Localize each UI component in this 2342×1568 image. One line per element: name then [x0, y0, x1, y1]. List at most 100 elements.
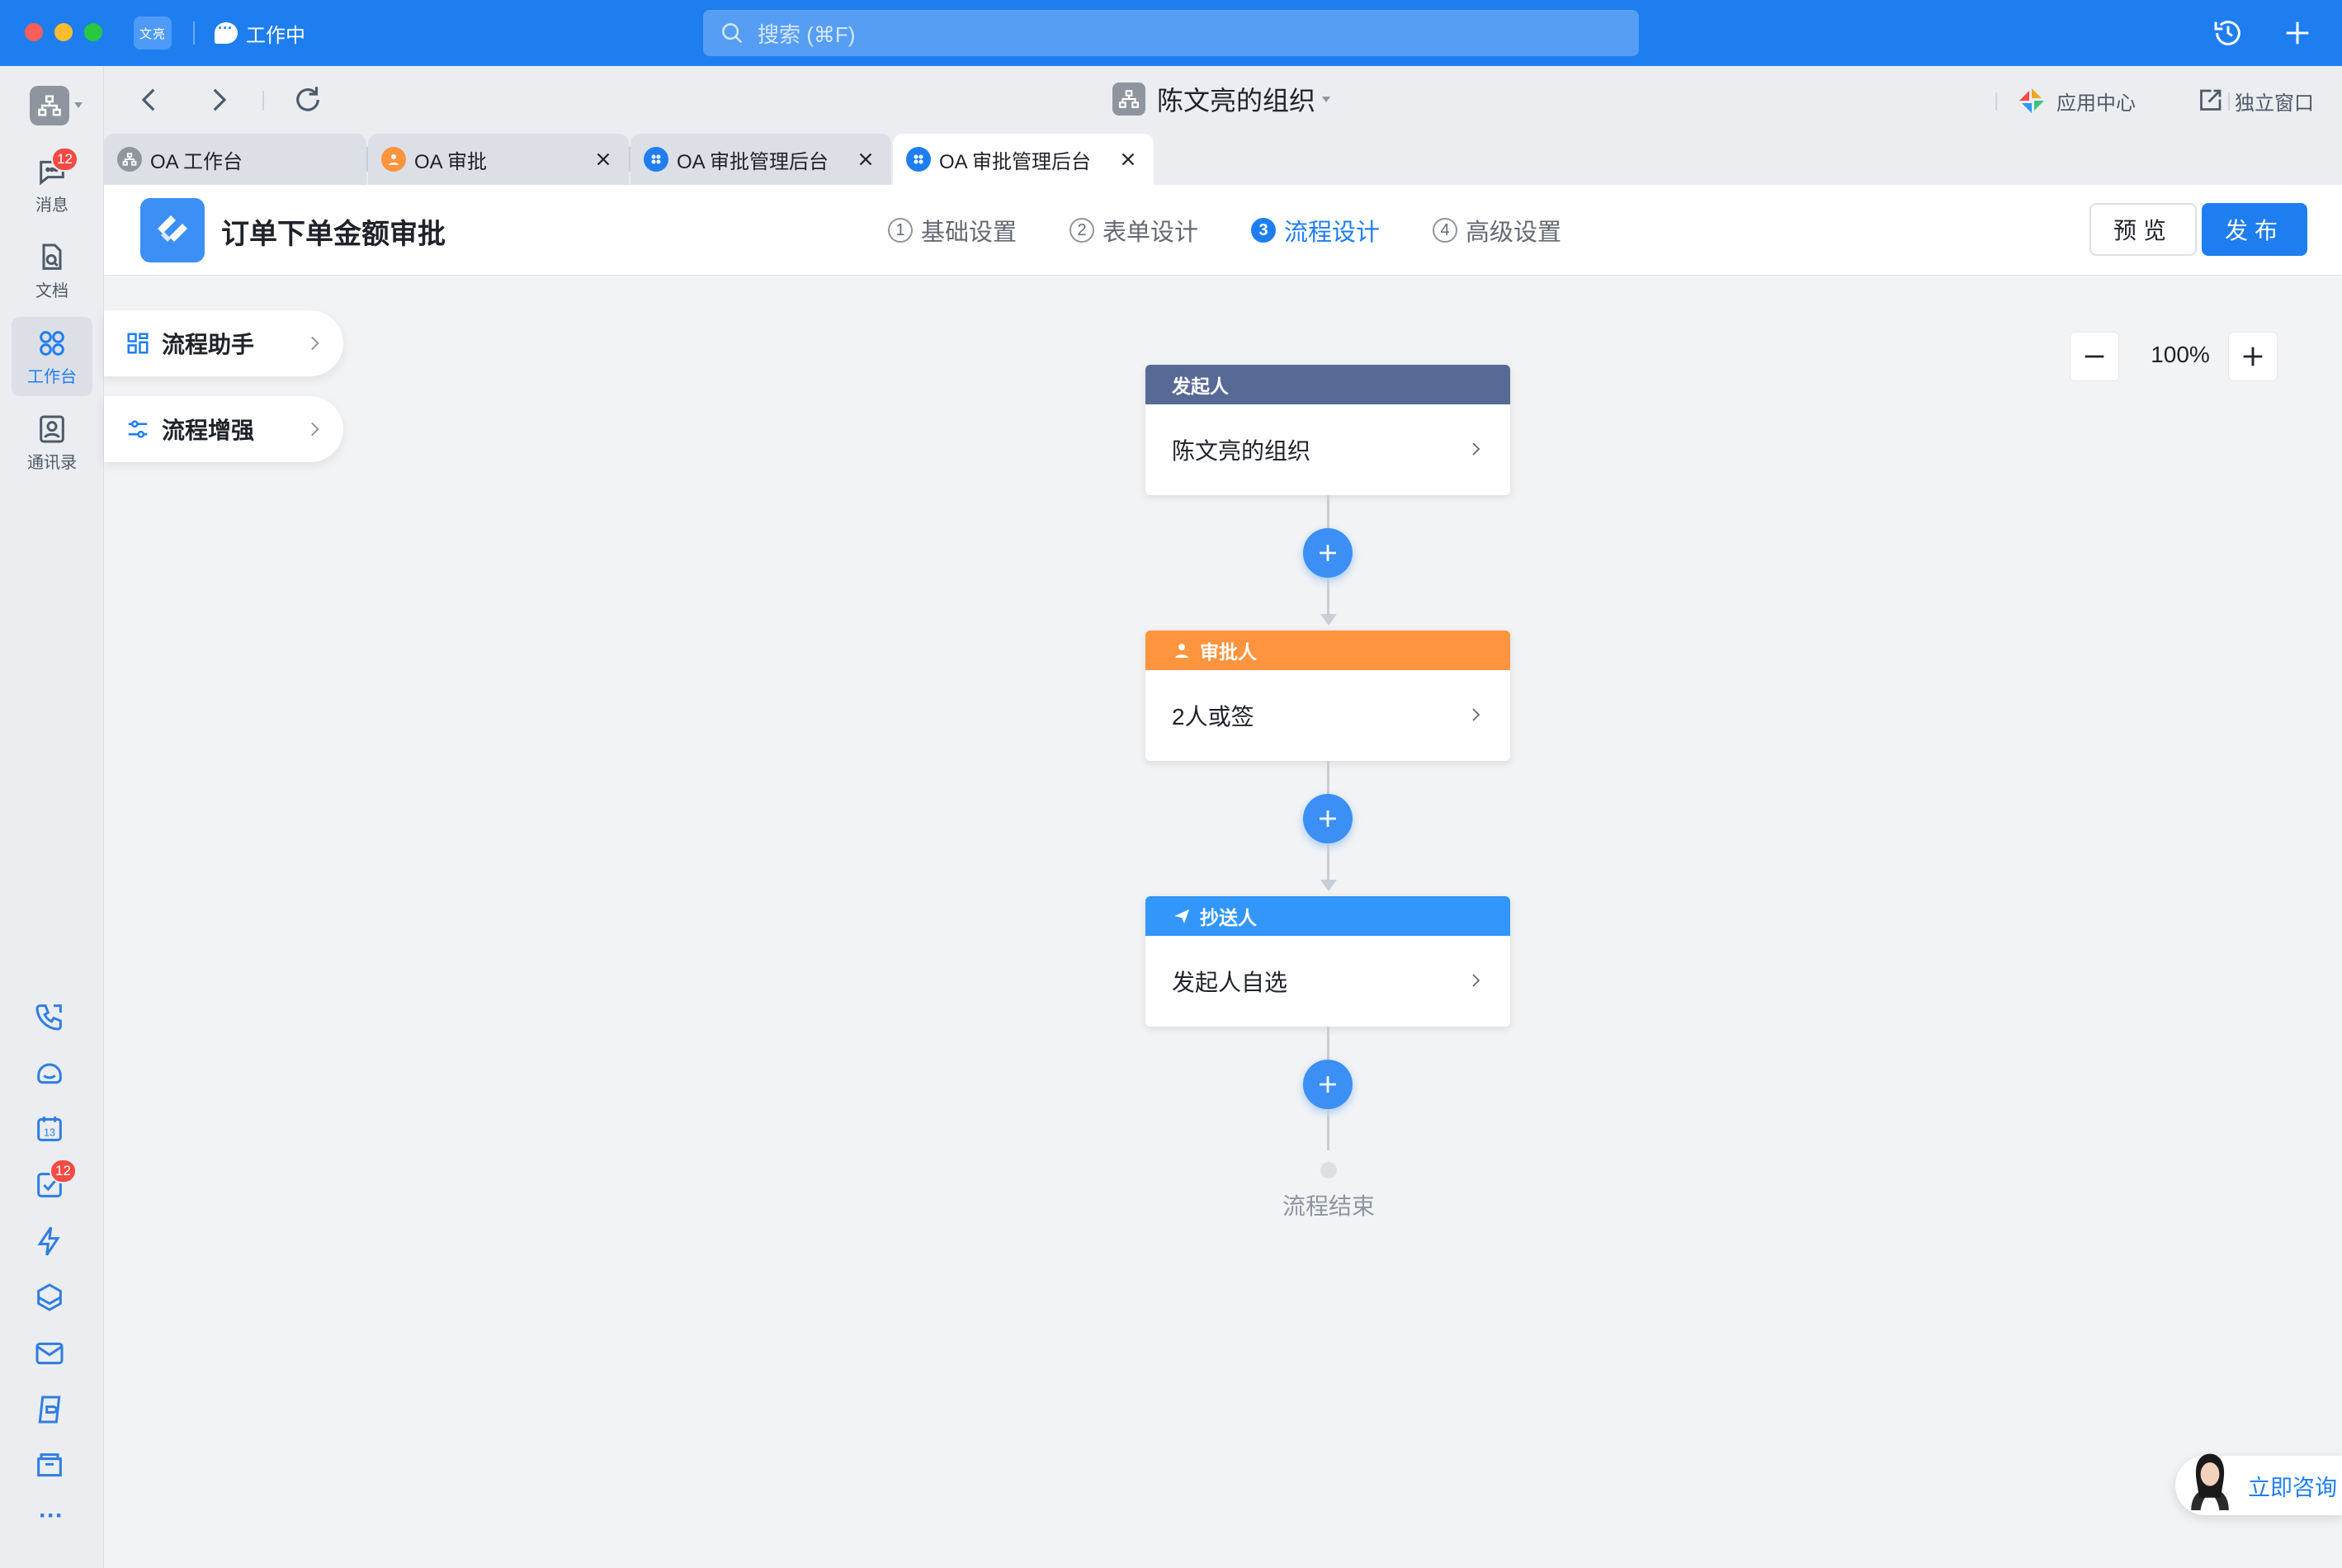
chevron-right-icon — [1472, 442, 1480, 456]
layout-icon — [127, 333, 149, 354]
org-icon — [1112, 83, 1145, 116]
step-label: 表单设计 — [1103, 220, 1199, 246]
zoom-out-button[interactable] — [2070, 332, 2119, 381]
folder-icon[interactable] — [33, 1449, 69, 1485]
step-number: 2 — [1069, 218, 1094, 243]
app-window: 文亮 工作中 搜索 (⌘F) 消息 12 文档 — [0, 0, 2342, 1568]
drive-icon[interactable] — [33, 1393, 69, 1429]
chevron-right-icon — [213, 88, 227, 111]
todo-icon[interactable]: 12 — [33, 1159, 77, 1205]
sidebar-item-docs[interactable]: 文档 — [12, 231, 92, 310]
tab-oa-approval[interactable]: OA 审批 — [368, 134, 629, 185]
back-button[interactable] — [132, 83, 167, 117]
flow-end-label: 流程结束 — [1282, 1193, 1375, 1219]
external-window-icon — [2200, 89, 2222, 111]
chevron-left-icon — [141, 88, 155, 111]
status-chip[interactable]: 工作中 — [215, 18, 305, 48]
more-icon[interactable]: ··· — [33, 1502, 69, 1538]
forward-button[interactable] — [201, 83, 236, 117]
consult-button[interactable]: 立即咨询 — [2175, 1453, 2342, 1515]
connector-line — [1327, 1109, 1329, 1150]
flow-assistant-button[interactable]: 流程助手 — [104, 310, 343, 376]
connector-line — [1327, 843, 1329, 885]
sidebar-item-label: 文档 — [35, 281, 68, 300]
maximize-window-button[interactable] — [84, 23, 102, 41]
tab-label: OA 审批管理后台 — [939, 150, 1092, 173]
step-label: 流程设计 — [1284, 220, 1381, 246]
node-type-label: 审批人 — [1200, 641, 1257, 663]
user-icon — [1175, 644, 1188, 658]
node-body: 发起人自选 — [1145, 936, 1510, 1027]
search-bar[interactable]: 搜索 (⌘F) — [703, 10, 1639, 56]
flow-node-cc[interactable]: 抄送人 发起人自选 — [1145, 896, 1510, 1027]
preview-button[interactable]: 预览 — [2089, 203, 2197, 256]
app-center-icon — [2019, 88, 2044, 113]
grid-icon — [644, 147, 668, 172]
refresh-icon — [296, 87, 319, 111]
close-icon[interactable] — [593, 149, 614, 170]
add-node-button[interactable] — [1303, 528, 1353, 578]
node-body: 陈文亮的组织 — [1145, 404, 1510, 495]
left-sidebar: 消息 12 文档 工作台 通讯录 13 12 ··· — [0, 66, 104, 1568]
step-number: 4 — [1433, 218, 1457, 243]
add-icon[interactable] — [2281, 17, 2314, 50]
node-header: 审批人 — [1145, 631, 1510, 670]
app-center-label: 应用中心 — [2056, 92, 2136, 115]
consult-label: 立即咨询 — [2248, 1475, 2337, 1500]
lightning-icon[interactable] — [33, 1225, 69, 1261]
todo-badge: 12 — [50, 1159, 77, 1183]
zoom-in-button[interactable] — [2228, 332, 2278, 381]
mail-icon[interactable] — [33, 1337, 69, 1373]
chevron-right-icon — [1472, 974, 1480, 987]
cloud-icon[interactable] — [33, 1056, 69, 1093]
app-center-button[interactable]: 应用中心 — [2017, 84, 2136, 117]
box-icon[interactable] — [33, 1281, 69, 1317]
close-icon[interactable] — [855, 149, 876, 170]
step-number: 1 — [888, 218, 913, 243]
org-title[interactable]: 陈文亮的组织 — [1112, 79, 1331, 119]
minimize-window-button[interactable] — [54, 23, 73, 41]
step-process-design[interactable]: 3 流程设计 — [1251, 213, 1380, 248]
tab-oa-admin[interactable]: OA 审批管理后台 — [630, 134, 891, 185]
app-header: 订单下单金额审批 1 基础设置 2 表单设计 3 流程设计 4 高级设置 预览 … — [104, 185, 2342, 276]
flow-end-dot — [1320, 1162, 1337, 1178]
sidebar-item-workbench[interactable]: 工作台 — [12, 317, 92, 396]
zoom-level: 100% — [2151, 342, 2210, 367]
tab-label: OA 审批 — [414, 150, 488, 173]
sidebar-item-label: 消息 — [35, 196, 68, 215]
flow-node-approver[interactable]: 审批人 2人或签 — [1145, 631, 1510, 761]
agent-avatar-icon — [2191, 1453, 2229, 1510]
history-icon[interactable] — [2212, 17, 2245, 50]
tab-oa-admin-active[interactable]: OA 审批管理后台 — [893, 134, 1154, 185]
publish-button[interactable]: 发布 — [2202, 203, 2307, 256]
close-window-button[interactable] — [25, 23, 43, 41]
standalone-window-button[interactable]: 独立窗口 — [2195, 84, 2314, 117]
calendar-icon[interactable]: 13 — [33, 1112, 69, 1149]
org-switcher[interactable] — [30, 86, 69, 125]
user-avatar[interactable]: 文亮 — [134, 17, 172, 50]
handshake-icon — [158, 215, 187, 242]
close-icon[interactable] — [1117, 149, 1139, 170]
step-basic-settings[interactable]: 1 基础设置 — [888, 213, 1017, 248]
page-title: 订单下单金额审批 — [221, 219, 446, 250]
org-icon — [38, 95, 61, 116]
sidebar-item-messages[interactable]: 消息 12 — [12, 145, 92, 224]
add-node-button[interactable] — [1303, 1060, 1353, 1109]
step-advanced-settings[interactable]: 4 高级设置 — [1433, 213, 1561, 248]
node-type-label: 抄送人 — [1200, 907, 1257, 928]
refresh-button[interactable] — [290, 83, 325, 117]
tab-label: OA 审批管理后台 — [677, 150, 829, 173]
sidebar-item-contacts[interactable]: 通讯录 — [12, 403, 92, 482]
add-node-button[interactable] — [1303, 794, 1353, 843]
settings-sliders-icon — [128, 420, 148, 438]
step-form-design[interactable]: 2 表单设计 — [1069, 213, 1198, 248]
tab-oa-workbench[interactable]: OA 工作台 — [104, 134, 366, 185]
document-icon — [42, 243, 62, 270]
connector-arrow — [1320, 614, 1337, 626]
connector-line — [1327, 578, 1329, 619]
flow-node-initiator[interactable]: 发起人 陈文亮的组织 — [1145, 365, 1510, 495]
titlebar-divider — [193, 21, 195, 45]
flow-enhance-button[interactable]: 流程增强 — [104, 396, 343, 462]
phone-icon[interactable] — [33, 1000, 69, 1037]
sidebar-item-label: 工作台 — [27, 367, 77, 386]
